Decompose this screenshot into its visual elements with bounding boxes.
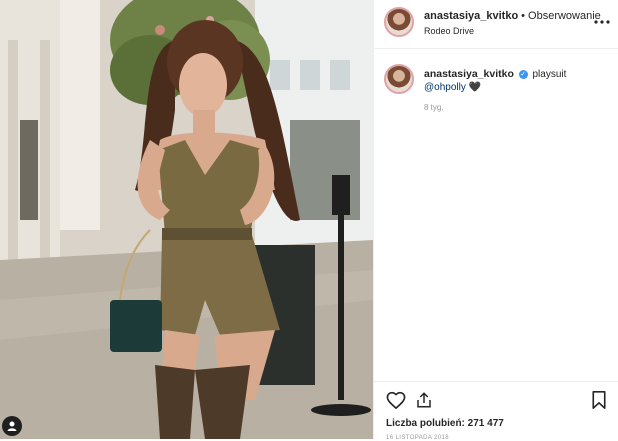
like-heart-icon[interactable] [386,391,406,414]
post-date: 16 LISTOPADA 2018 [386,435,449,441]
likes-count[interactable]: Liczba polubień: 271 477 [386,418,504,429]
save-bookmark-icon[interactable] [591,391,607,414]
caption-line-2: @ohpolly 🖤 [424,82,481,93]
post-side-panel: anastasiya_kvitko • Obserwowanie Rodeo Dri… [373,0,618,441]
caption-line: anastasiya_kvitko ✓ playsuit [424,68,566,80]
post-actions: Liczba polubień: 271 477 16 LISTOPADA 20… [374,381,618,441]
caption-text: playsuit [532,69,567,80]
black-heart-emoji: 🖤 [468,82,482,93]
caption-username[interactable]: anastasiya_kvitko [424,68,514,80]
share-upload-icon[interactable] [415,391,433,414]
author-username[interactable]: anastasiya_kvitko [424,10,518,22]
post-photo[interactable] [0,0,373,439]
post-location[interactable]: Rodeo Drive [424,26,474,36]
header-separator: • [521,10,526,22]
follow-status-button[interactable]: Obserwowanie [528,10,601,22]
post-header: anastasiya_kvitko • Obserwowanie Rodeo Dri… [374,0,618,49]
caption-timestamp[interactable]: 8 tyg. [424,103,444,112]
caption-avatar[interactable] [384,64,414,94]
author-avatar[interactable] [384,7,414,37]
photo-scene [0,0,373,439]
more-options-icon[interactable] [594,12,610,28]
user-tags-icon[interactable] [2,416,22,436]
caption-mention-link[interactable]: @ohpolly [424,82,466,93]
header-user-line: anastasiya_kvitko • Obserwowanie [424,10,601,22]
verified-badge-icon: ✓ [518,70,528,79]
user-silhouette-icon [7,421,17,431]
